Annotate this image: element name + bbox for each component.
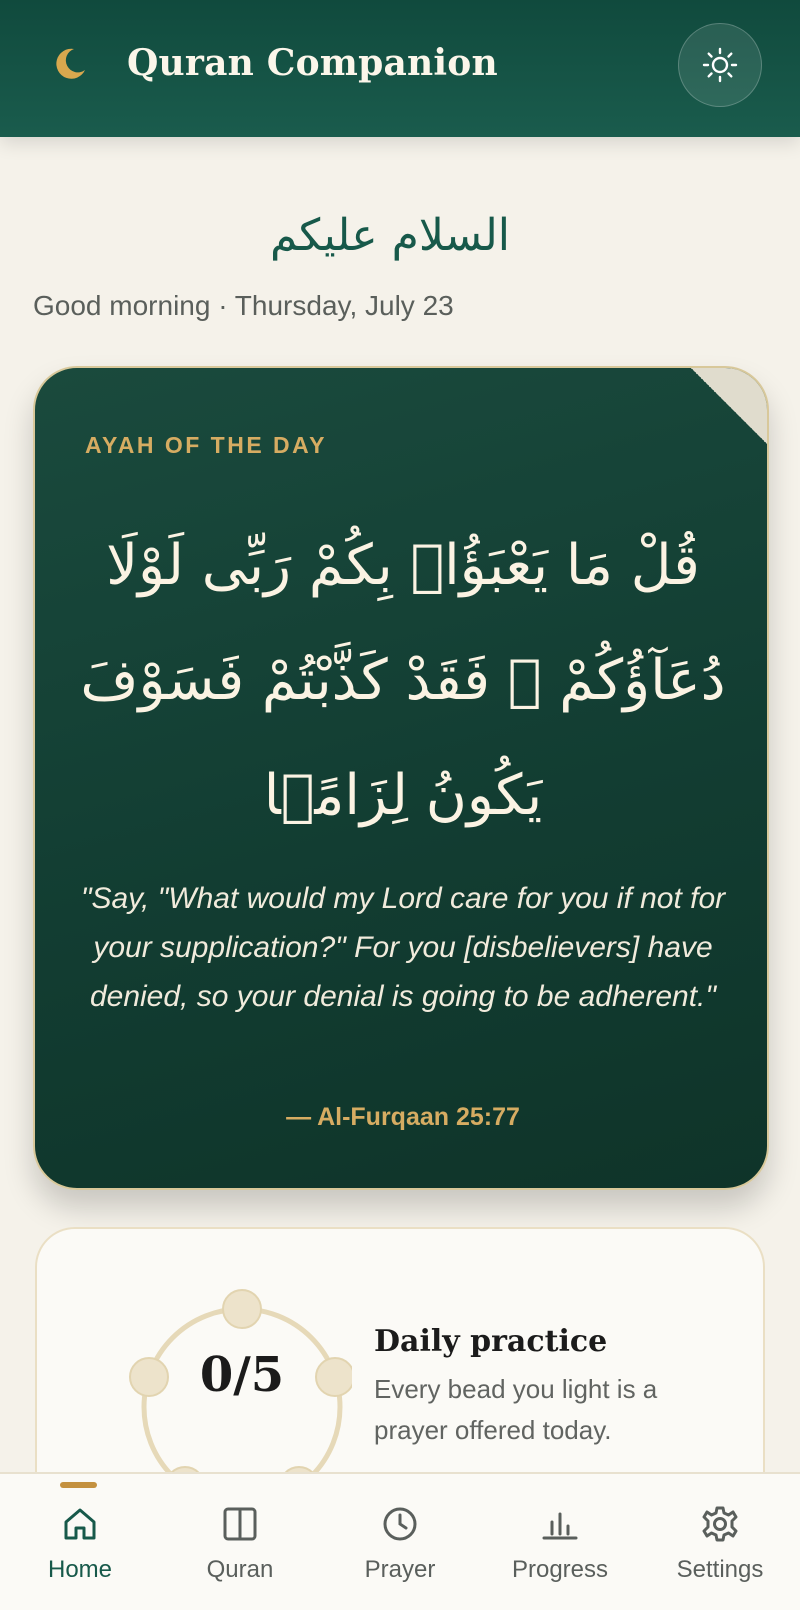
ayah-translation: "Say, "What would my Lord care for you i…	[80, 882, 726, 1013]
app-header: Quran Companion	[0, 0, 800, 137]
nav-item-settings[interactable]: Settings	[640, 1474, 800, 1610]
page-corner-fold	[689, 368, 767, 446]
practice-count: 0/5	[199, 1347, 285, 1403]
sun-icon	[702, 47, 738, 83]
ayah-reference: — Al-Furqaan 25:77	[286, 1103, 520, 1131]
crescent-moon-icon	[56, 48, 85, 79]
practice-description: Every bead you light is a prayer offered…	[374, 1374, 658, 1445]
home-icon	[64, 1508, 96, 1540]
greeting-date: Good morning · Thursday, July 23	[33, 290, 454, 321]
arabic-greeting: السلام عليكم	[269, 210, 511, 261]
clock-icon	[383, 1507, 417, 1541]
nav-label-home: Home	[47, 1556, 113, 1583]
nav-label-quran: Quran	[206, 1556, 274, 1583]
ayah-of-the-day-card[interactable]: AYAH OF THE DAY قُلْ مَا يَعْبَؤُا۟ بِكُ…	[33, 366, 769, 1190]
nav-label-prayer: Prayer	[364, 1556, 436, 1583]
bar-chart-icon	[542, 1512, 578, 1540]
nav-item-progress[interactable]: Progress	[480, 1474, 640, 1610]
prayer-bead	[222, 1289, 262, 1329]
ayah-label: AYAH OF THE DAY	[85, 432, 328, 458]
gear-icon	[702, 1506, 738, 1542]
nav-label-settings: Settings	[676, 1556, 764, 1583]
nav-item-prayer[interactable]: Prayer	[320, 1474, 480, 1610]
nav-item-quran[interactable]: Quran	[160, 1474, 320, 1610]
ayah-arabic-text: قُلْ مَا يَعْبَؤُا۟ بِكُمْ رَبِّى لَوْلَ…	[80, 533, 726, 828]
book-icon	[223, 1507, 257, 1541]
theme-toggle-button[interactable]	[678, 23, 762, 107]
daily-practice-card[interactable]: 0/5 Daily practice Every bead you light …	[35, 1227, 765, 1507]
nav-item-home[interactable]: Home	[0, 1474, 160, 1610]
nav-label-progress: Progress	[511, 1556, 609, 1583]
practice-title: Daily practice	[374, 1324, 608, 1359]
bottom-navigation: Home Quran Prayer Progress Settings	[0, 1472, 800, 1610]
app-title: Quran Companion	[127, 42, 498, 84]
